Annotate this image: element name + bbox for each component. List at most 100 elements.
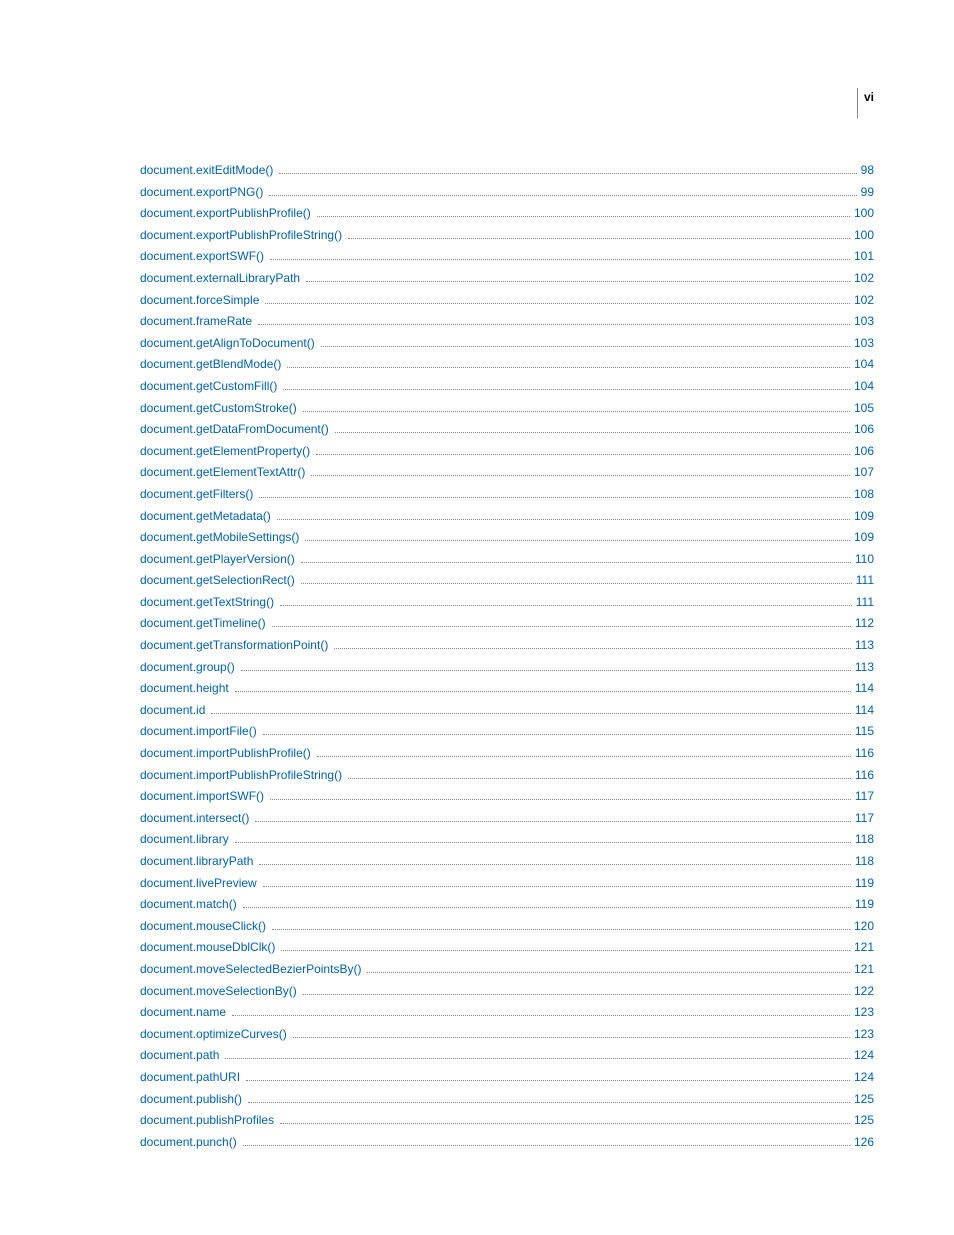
toc-leader-dots [243,900,851,908]
toc-entry-label[interactable]: document.importPublishProfile() [140,743,311,765]
toc-entry-label[interactable]: document.getMetadata() [140,506,271,528]
toc-entry-page[interactable]: 104 [854,376,874,398]
toc-entry-page[interactable]: 106 [854,419,874,441]
toc-entry-label[interactable]: document.pathURI [140,1067,240,1089]
toc-entry-page[interactable]: 116 [855,743,874,765]
toc-entry-page[interactable]: 126 [854,1132,874,1154]
toc-leader-dots [303,986,850,994]
toc-entry-label[interactable]: document.livePreview [140,873,257,895]
toc-entry: document.getPlayerVersion() 110 [140,549,874,571]
toc-entry-label[interactable]: document.exportSWF() [140,246,264,268]
toc-entry-label[interactable]: document.getElementTextAttr() [140,462,305,484]
toc-entry-page[interactable]: 100 [854,203,874,225]
toc-entry-label[interactable]: document.exportPNG() [140,182,263,204]
toc-entry-page[interactable]: 124 [854,1067,874,1089]
toc-entry-label[interactable]: document.path [140,1045,219,1067]
toc-entry: document.pathURI 124 [140,1067,874,1089]
toc-entry-page[interactable]: 118 [855,851,874,873]
toc-entry-label[interactable]: document.mouseDblClk() [140,937,275,959]
toc-entry-label[interactable]: document.getPlayerVersion() [140,549,295,571]
toc-entry-page[interactable]: 111 [856,592,874,614]
toc-entry-page[interactable]: 125 [854,1089,874,1111]
toc-entry-page[interactable]: 123 [854,1024,874,1046]
toc-entry-label[interactable]: document.moveSelectedBezierPointsBy() [140,959,361,981]
toc-entry-page[interactable]: 106 [854,441,874,463]
toc-entry-page[interactable]: 113 [855,657,874,679]
toc-entry-page[interactable]: 100 [854,225,874,247]
toc-entry-page[interactable]: 103 [854,311,874,333]
toc-entry-page[interactable]: 116 [855,765,874,787]
toc-entry-page[interactable]: 108 [854,484,874,506]
toc-entry-label[interactable]: document.group() [140,657,235,679]
toc-entry-page[interactable]: 110 [855,549,874,571]
toc-entry-label[interactable]: document.punch() [140,1132,237,1154]
toc-entry-label[interactable]: document.forceSimple [140,290,259,312]
toc-entry-label[interactable]: document.getCustomStroke() [140,398,297,420]
toc-entry-label[interactable]: document.exportPublishProfileString() [140,225,342,247]
toc-entry-label[interactable]: document.getTextString() [140,592,274,614]
toc-entry-page[interactable]: 107 [854,462,874,484]
toc-entry-page[interactable]: 114 [855,678,874,700]
toc-entry-page[interactable]: 103 [854,333,874,355]
toc-entry-page[interactable]: 109 [854,527,874,549]
toc-entry-page[interactable]: 115 [855,721,874,743]
toc-entry-label[interactable]: document.exportPublishProfile() [140,203,311,225]
toc-entry-page[interactable]: 101 [854,246,874,268]
toc-entry-label[interactable]: document.getAlignToDocument() [140,333,315,355]
toc-entry-label[interactable]: document.mouseClick() [140,916,266,938]
toc-entry-page[interactable]: 117 [855,808,874,830]
toc-entry-page[interactable]: 120 [854,916,874,938]
toc-entry-page[interactable]: 125 [854,1110,874,1132]
toc-entry-page[interactable]: 109 [854,506,874,528]
toc-entry-label[interactable]: document.intersect() [140,808,249,830]
toc-entry-label[interactable]: document.getDataFromDocument() [140,419,329,441]
toc-entry-label[interactable]: document.publishProfiles [140,1110,274,1132]
toc-entry-page[interactable]: 124 [854,1045,874,1067]
toc-entry-page[interactable]: 121 [854,959,874,981]
toc-entry-page[interactable]: 98 [861,160,874,182]
toc-entry-label[interactable]: document.optimizeCurves() [140,1024,287,1046]
toc-entry-page[interactable]: 114 [855,700,874,722]
toc-entry-page[interactable]: 102 [854,290,874,312]
toc-entry-label[interactable]: document.importPublishProfileString() [140,765,342,787]
toc-entry-page[interactable]: 113 [855,635,874,657]
toc-entry: document.getTextString() 111 [140,592,874,614]
toc-entry-page[interactable]: 119 [855,873,874,895]
toc-entry-label[interactable]: document.getTimeline() [140,613,266,635]
toc-entry-label[interactable]: document.moveSelectionBy() [140,981,297,1003]
toc-entry-label[interactable]: document.getSelectionRect() [140,570,295,592]
toc-entry-page[interactable]: 99 [861,182,874,204]
toc-entry-label[interactable]: document.getFilters() [140,484,253,506]
toc-entry-label[interactable]: document.libraryPath [140,851,253,873]
page-container: vi document.exitEditMode()98document.exp… [0,0,954,1213]
toc-entry-label[interactable]: document.getCustomFill() [140,376,277,398]
toc-entry-page[interactable]: 117 [855,786,874,808]
toc-entry: document.exitEditMode() 98 [140,160,874,182]
toc-entry-page[interactable]: 111 [856,570,874,592]
toc-entry-page[interactable]: 119 [855,894,874,916]
toc-entry-label[interactable]: document.frameRate [140,311,252,333]
toc-entry-label[interactable]: document.getTransformationPoint() [140,635,328,657]
toc-entry-label[interactable]: document.id [140,700,205,722]
toc-entry-page[interactable]: 118 [855,829,874,851]
toc-entry-page[interactable]: 112 [855,613,874,635]
toc-entry-label[interactable]: document.getElementProperty() [140,441,310,463]
toc-entry-page[interactable]: 105 [854,398,874,420]
toc-entry-label[interactable]: document.match() [140,894,237,916]
toc-entry-label[interactable]: document.getBlendMode() [140,354,281,376]
toc-entry: document.group() 113 [140,657,874,679]
toc-entry-page[interactable]: 123 [854,1002,874,1024]
toc-entry-label[interactable]: document.publish() [140,1089,242,1111]
toc-entry-page[interactable]: 102 [854,268,874,290]
toc-entry-page[interactable]: 121 [854,937,874,959]
toc-entry-label[interactable]: document.exitEditMode() [140,160,273,182]
toc-entry-page[interactable]: 104 [854,354,874,376]
toc-entry-label[interactable]: document.getMobileSettings() [140,527,299,549]
toc-entry-label[interactable]: document.height [140,678,229,700]
toc-entry-page[interactable]: 122 [854,981,874,1003]
toc-entry-label[interactable]: document.importSWF() [140,786,264,808]
toc-entry-label[interactable]: document.library [140,829,229,851]
toc-entry-label[interactable]: document.externalLibraryPath [140,268,300,290]
toc-entry-label[interactable]: document.importFile() [140,721,257,743]
toc-entry-label[interactable]: document.name [140,1002,226,1024]
